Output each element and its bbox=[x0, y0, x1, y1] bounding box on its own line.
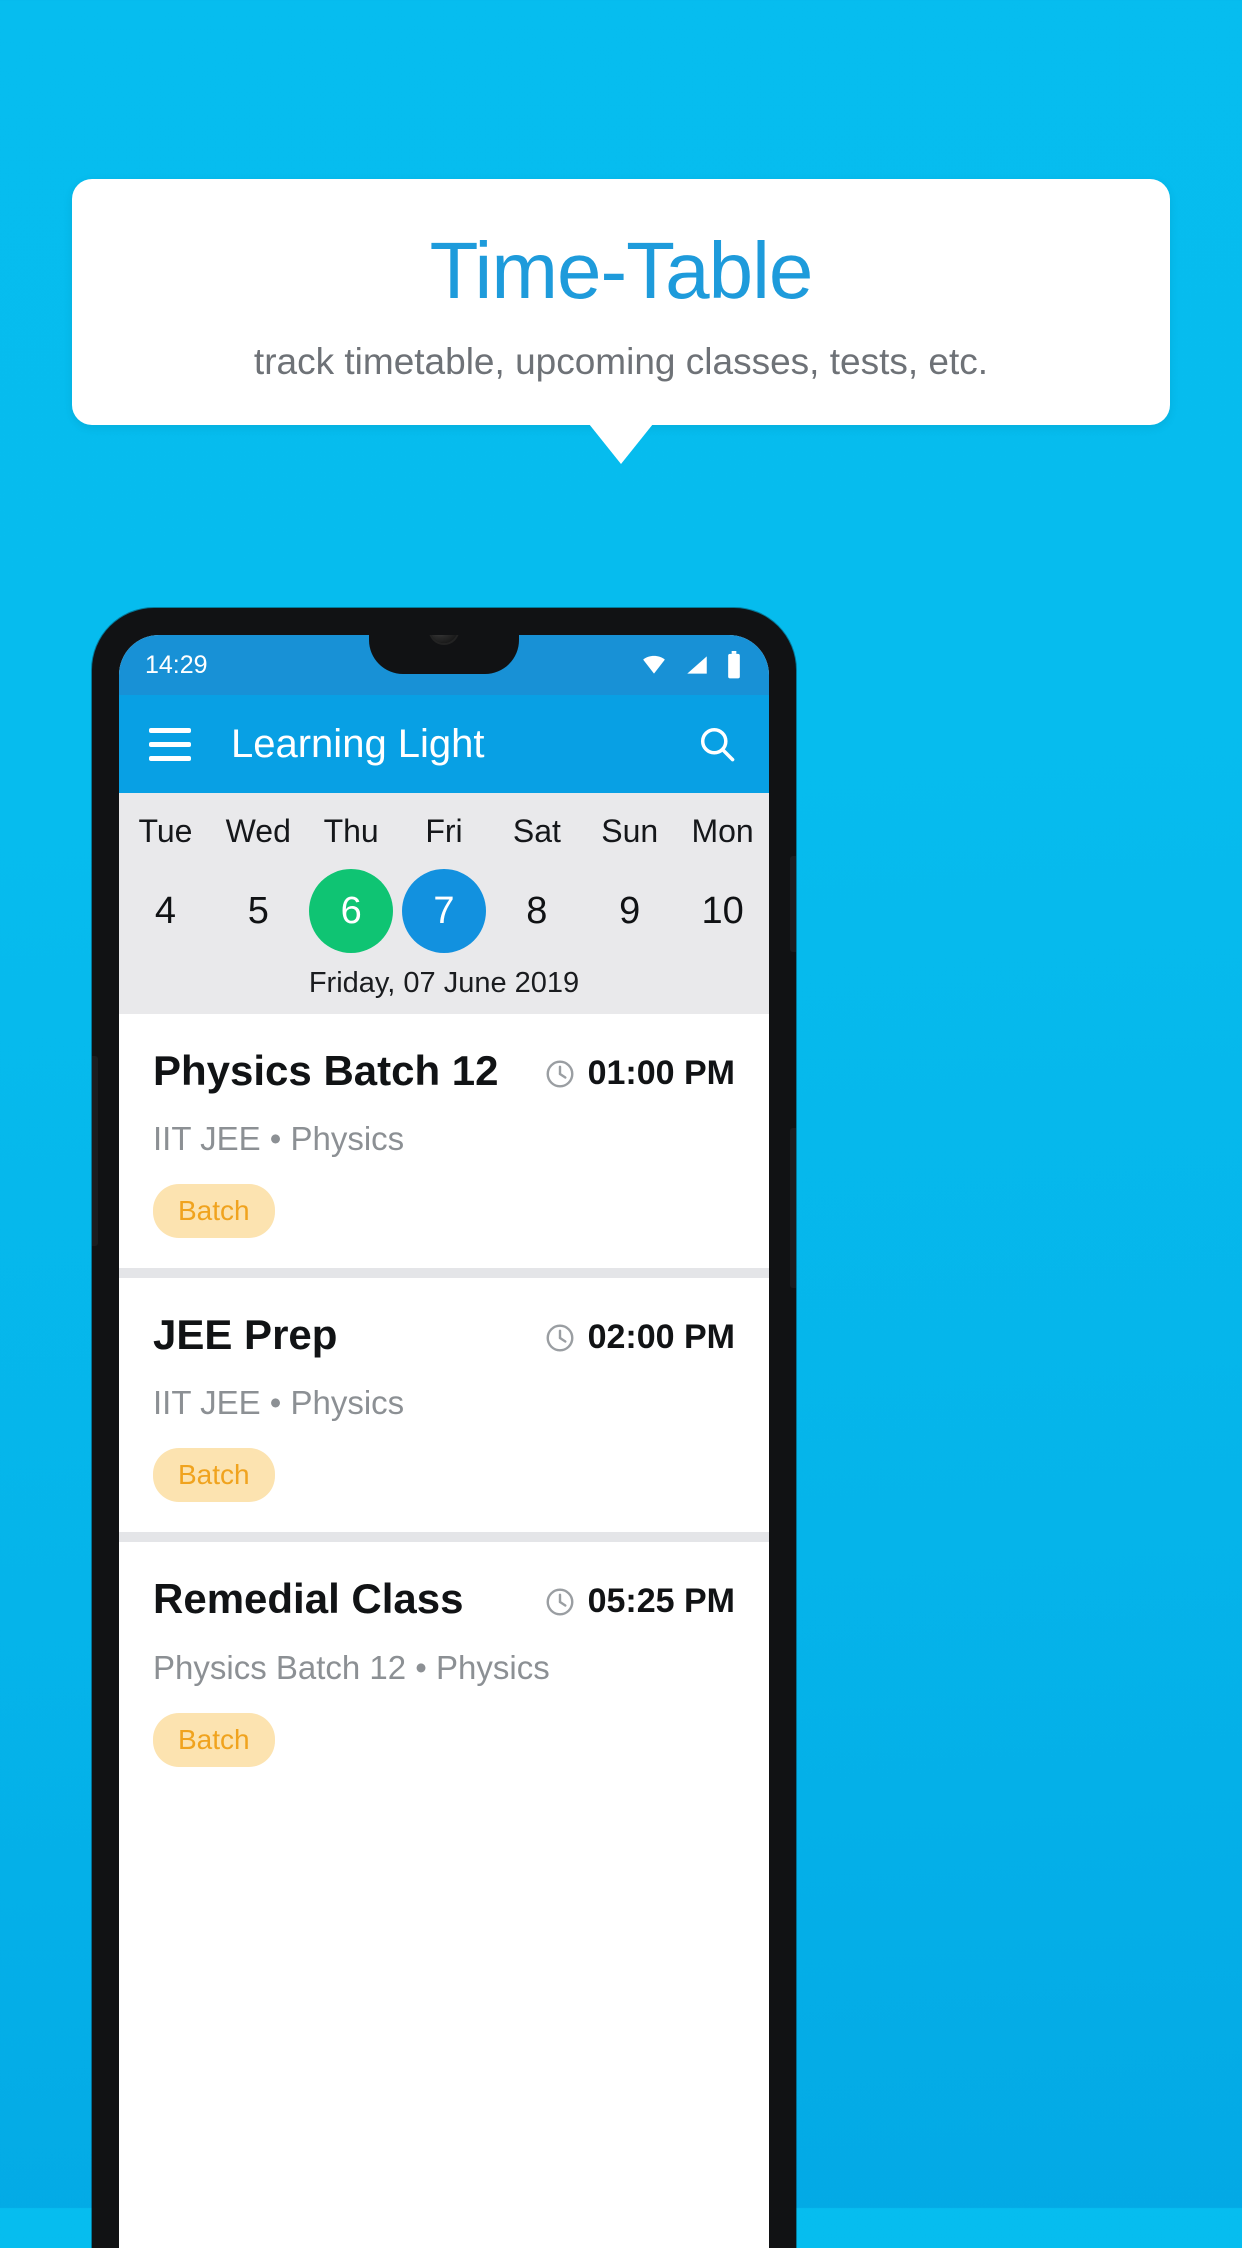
class-time-text: 02:00 PM bbox=[587, 1318, 735, 1357]
week-day-wed[interactable]: Wed bbox=[212, 815, 305, 847]
status-badge: Batch bbox=[153, 1712, 275, 1767]
page-title: Time-Table bbox=[429, 226, 814, 315]
week-day-fri[interactable]: Fri bbox=[398, 815, 491, 847]
class-time-text: 05:25 PM bbox=[587, 1582, 735, 1621]
hamburger-menu-icon[interactable] bbox=[149, 727, 191, 761]
day-number-selected: 7 bbox=[402, 869, 486, 953]
week-date-10[interactable]: 10 bbox=[676, 847, 769, 953]
day-number: 9 bbox=[619, 889, 641, 932]
day-number: 4 bbox=[154, 889, 176, 932]
phone-side-button bbox=[92, 1056, 98, 1246]
list-item[interactable]: JEE Prep 02:00 PM IIT JEE • Physics Batc… bbox=[119, 1278, 769, 1533]
class-time-text: 01:00 PM bbox=[587, 1054, 735, 1092]
day-name: Sat bbox=[512, 813, 561, 849]
clock-icon bbox=[546, 1588, 574, 1616]
day-name: Thu bbox=[323, 813, 379, 849]
week-day-numbers-row: 4 5 6 7 8 9 10 bbox=[119, 847, 769, 953]
class-time: 05:25 PM bbox=[544, 1576, 735, 1621]
list-item[interactable]: Physics Batch 12 01:00 PM IIT JEE • Phys… bbox=[119, 1014, 769, 1269]
class-subtitle: IIT JEE • Physics bbox=[153, 1120, 405, 1158]
week-date-5[interactable]: 5 bbox=[212, 847, 305, 953]
phone-volume-button bbox=[790, 1128, 796, 1288]
card-header: Remedial Class 05:25 PM bbox=[153, 1576, 735, 1622]
promo-callout-card: Time-Table track timetable, upcoming cla… bbox=[72, 179, 1170, 425]
list-item[interactable]: Remedial Class 05:25 PM Physics Batch 12… bbox=[119, 1542, 769, 1797]
week-strip: Tue Wed Thu Fri Sat Sun Mon 4 5 6 7 8 9 … bbox=[119, 793, 769, 1014]
status-badge: Batch bbox=[153, 1448, 275, 1503]
selected-date-label: Friday, 07 June 2019 bbox=[308, 967, 580, 999]
signal-icon bbox=[687, 656, 707, 674]
battery-icon bbox=[728, 651, 740, 679]
day-name: Tue bbox=[138, 813, 193, 849]
day-number: 5 bbox=[247, 889, 269, 932]
status-badge: Batch bbox=[153, 1184, 275, 1239]
week-day-sun[interactable]: Sun bbox=[583, 815, 676, 847]
week-date-9[interactable]: 9 bbox=[583, 847, 676, 953]
week-day-tue[interactable]: Tue bbox=[119, 815, 212, 847]
day-number: 8 bbox=[526, 889, 548, 932]
week-date-6-today[interactable]: 6 bbox=[305, 847, 398, 953]
wifi-icon bbox=[643, 655, 665, 674]
day-number: 10 bbox=[701, 889, 744, 932]
week-date-7-selected[interactable]: 7 bbox=[398, 847, 491, 953]
phone-notch bbox=[369, 635, 519, 674]
callout-tail bbox=[589, 424, 653, 464]
week-date-8[interactable]: 8 bbox=[490, 847, 583, 953]
week-date-4[interactable]: 4 bbox=[119, 847, 212, 953]
status-bar-time: 14:29 bbox=[145, 650, 208, 679]
search-icon[interactable] bbox=[695, 722, 739, 766]
class-time: 02:00 PM bbox=[544, 1312, 735, 1357]
class-title: Remedial Class bbox=[153, 1575, 464, 1623]
week-day-names-row: Tue Wed Thu Fri Sat Sun Mon bbox=[119, 815, 769, 847]
status-bar: 14:29 bbox=[119, 635, 769, 695]
day-name: Sun bbox=[601, 813, 659, 849]
class-list[interactable]: Physics Batch 12 01:00 PM IIT JEE • Phys… bbox=[119, 1014, 769, 1797]
day-name: Fri bbox=[425, 813, 463, 849]
card-header: JEE Prep 02:00 PM bbox=[153, 1311, 735, 1359]
class-subtitle: Physics Batch 12 • Physics bbox=[153, 1648, 550, 1686]
day-name: Wed bbox=[225, 813, 291, 849]
clock-icon bbox=[546, 1060, 574, 1087]
clock-icon bbox=[546, 1324, 574, 1352]
app-bar: Learning Light bbox=[119, 695, 769, 793]
phone-mockup: 14:29 Learning Light Tue Wed Thu Fri Sat… bbox=[92, 608, 796, 2248]
app-title: Learning Light bbox=[231, 721, 485, 766]
class-time: 01:00 PM bbox=[544, 1048, 735, 1093]
class-subtitle: IIT JEE • Physics bbox=[153, 1384, 405, 1422]
day-number-today: 6 bbox=[309, 869, 394, 953]
card-header: Physics Batch 12 01:00 PM bbox=[153, 1047, 735, 1094]
class-title: Physics Batch 12 bbox=[153, 1047, 499, 1094]
phone-power-button bbox=[790, 856, 796, 952]
week-day-mon[interactable]: Mon bbox=[676, 815, 769, 847]
week-day-thu[interactable]: Thu bbox=[305, 815, 398, 847]
day-name: Mon bbox=[691, 813, 754, 849]
status-bar-icons bbox=[639, 651, 743, 679]
week-day-sat[interactable]: Sat bbox=[490, 815, 583, 847]
phone-screen: 14:29 Learning Light Tue Wed Thu Fri Sat… bbox=[119, 635, 769, 2248]
class-title: JEE Prep bbox=[153, 1311, 338, 1359]
page-subtitle: track timetable, upcoming classes, tests… bbox=[253, 341, 989, 382]
front-camera-icon bbox=[430, 635, 458, 643]
